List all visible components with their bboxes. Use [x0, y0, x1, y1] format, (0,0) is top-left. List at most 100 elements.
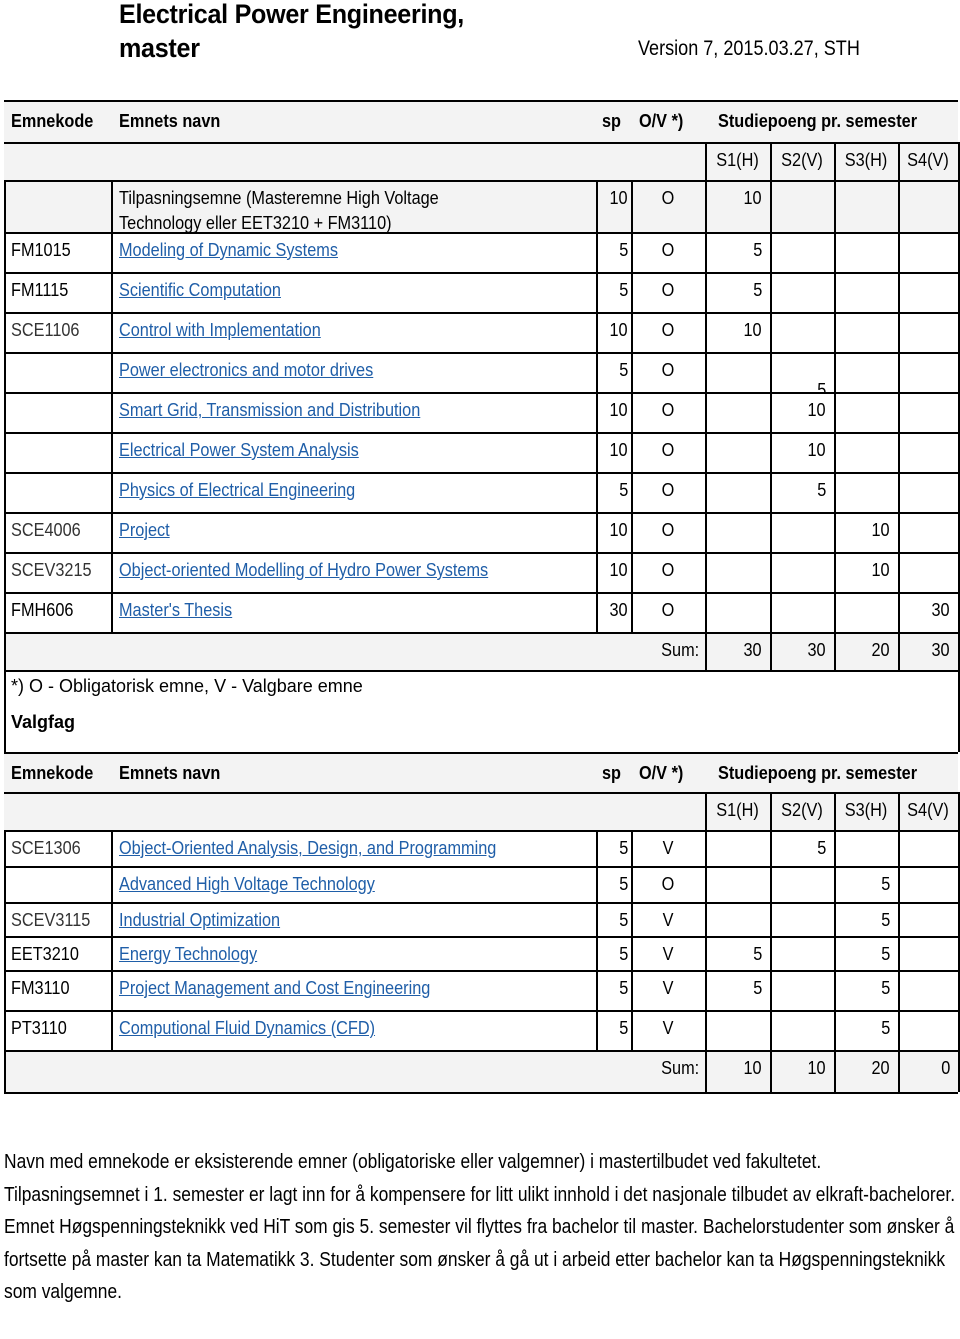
- grid-line: [770, 592, 772, 632]
- grid-line: [111, 552, 113, 592]
- grid-line: [834, 1050, 836, 1092]
- grid-line: [596, 232, 598, 272]
- grid-line: [834, 552, 836, 592]
- grid-line: [596, 970, 598, 1010]
- grid-line: [898, 1050, 900, 1092]
- grid-line: [770, 180, 772, 232]
- grid-line: [4, 552, 6, 592]
- credits-sp: 5: [618, 1017, 628, 1038]
- grid-line: [834, 866, 836, 902]
- grid-line: [631, 1010, 633, 1050]
- grid-line: [631, 180, 633, 232]
- credits-sp: 10: [609, 519, 628, 540]
- course-code: EET3210: [11, 943, 79, 964]
- course-link[interactable]: Smart Grid, Transmission and Distributio…: [119, 399, 420, 421]
- course-link[interactable]: Industrial Optimization: [119, 909, 280, 931]
- grid-line: [705, 232, 707, 272]
- grid-line: [4, 352, 6, 392]
- semester-credits-s2: 10: [807, 399, 826, 420]
- grid-line: [834, 902, 836, 936]
- sum-value: 10: [807, 1057, 826, 1078]
- grid-line: [958, 142, 960, 180]
- grid-line: [705, 512, 707, 552]
- row-border: [4, 272, 958, 274]
- grid-line: [898, 792, 900, 830]
- grid-line: [596, 180, 598, 232]
- course-link[interactable]: Master's Thesis: [119, 599, 232, 621]
- grid-line: [705, 866, 707, 902]
- sum-value: 10: [743, 1057, 762, 1078]
- grid-line: [596, 272, 598, 312]
- course-link[interactable]: Object-Oriented Analysis, Design, and Pr…: [119, 837, 496, 859]
- course-link[interactable]: Computional Fluid Dynamics (CFD): [119, 1017, 375, 1039]
- grid-line: [631, 312, 633, 352]
- grid-line: [898, 180, 900, 232]
- course-code: FMH606: [11, 599, 74, 620]
- grid-line: [705, 592, 707, 632]
- grid-line: [834, 432, 836, 472]
- grid-line: [834, 792, 836, 830]
- credits-sp: 5: [618, 977, 628, 998]
- course-link[interactable]: Energy Technology: [119, 943, 257, 965]
- grid-line: [770, 792, 772, 830]
- course-link[interactable]: Scientific Computation: [119, 279, 281, 301]
- grid-line: [4, 632, 6, 670]
- grid-line: [705, 432, 707, 472]
- grid-line: [834, 970, 836, 1010]
- row-border: [4, 312, 958, 314]
- course-link[interactable]: Advanced High Voltage Technology: [119, 873, 375, 895]
- grid-line: [705, 936, 707, 970]
- sum-value: 30: [743, 639, 762, 660]
- grid-line: [898, 512, 900, 552]
- grid-line: [631, 392, 633, 432]
- grid-line: [631, 272, 633, 312]
- course-link[interactable]: Project Management and Cost Engineering: [119, 977, 430, 999]
- credits-sp: 10: [609, 319, 628, 340]
- obligatory-or-elective: O: [661, 519, 675, 540]
- grid-line: [111, 592, 113, 632]
- grid-line: [770, 902, 772, 936]
- course-link[interactable]: Electrical Power System Analysis: [119, 439, 359, 461]
- grid-line: [898, 632, 900, 670]
- grid-line: [770, 352, 772, 392]
- grid-line: [631, 472, 633, 512]
- grid-line: [770, 970, 772, 1010]
- obligatory-or-elective: O: [661, 359, 675, 380]
- version-label: Version 7, 2015.03.27, STH: [638, 37, 860, 60]
- course-link[interactable]: Modeling of Dynamic Systems: [119, 239, 338, 261]
- row-border: [4, 902, 958, 904]
- grid-line: [770, 312, 772, 352]
- grid-line: [898, 392, 900, 432]
- course-link[interactable]: Object-oriented Modelling of Hydro Power…: [119, 559, 488, 581]
- grid-line: [898, 866, 900, 902]
- grid-line: [705, 352, 707, 392]
- credits-sp: 5: [618, 359, 628, 380]
- grid-line: [4, 936, 6, 970]
- grid-line: [111, 352, 113, 392]
- course-code: SCE4006: [11, 519, 81, 540]
- header-top-border: [4, 752, 958, 754]
- grid-line: [898, 432, 900, 472]
- course-link[interactable]: Power electronics and motor drives: [119, 359, 373, 381]
- legend-note: *) O - Obligatorisk emne, V - Valgbare e…: [11, 676, 363, 696]
- course-link[interactable]: Project: [119, 519, 170, 541]
- obligatory-or-elective: O: [661, 873, 675, 894]
- header-top-border: [4, 100, 958, 102]
- credits-sp: 10: [609, 439, 628, 460]
- obligatory-or-elective: O: [661, 239, 675, 260]
- grid-line: [834, 392, 836, 432]
- row-border: [4, 432, 958, 434]
- semester-credits-s3: 5: [880, 943, 890, 964]
- course-link[interactable]: Control with Implementation: [119, 319, 321, 341]
- semester-credits-s3: 5: [880, 977, 890, 998]
- header-divider: [4, 142, 958, 144]
- row-border: [4, 352, 958, 354]
- credits-sp: 5: [618, 909, 628, 930]
- grid-line: [596, 312, 598, 352]
- credits-sp: 5: [618, 837, 628, 858]
- grid-line: [705, 830, 707, 866]
- grid-line: [111, 936, 113, 970]
- obligatory-or-elective: O: [661, 599, 675, 620]
- course-link[interactable]: Physics of Electrical Engineering: [119, 479, 355, 501]
- obligatory-or-elective: V: [662, 943, 674, 964]
